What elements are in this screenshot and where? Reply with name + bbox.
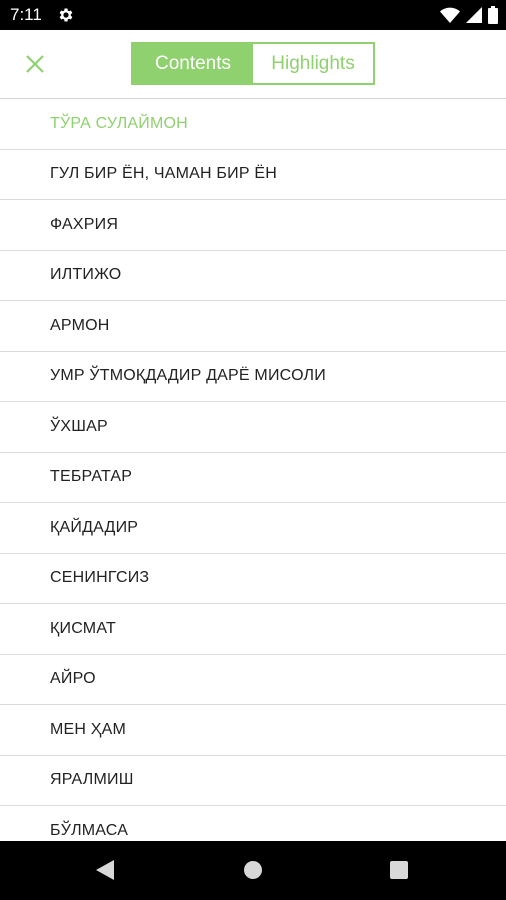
settings-gear-icon	[59, 8, 73, 22]
recents-square-icon	[390, 861, 408, 879]
recents-button[interactable]	[384, 855, 414, 885]
list-item[interactable]: ГУЛ БИР ЁН, ЧАМАН БИР ЁН	[0, 150, 506, 200]
navigation-bar	[0, 841, 506, 900]
cellular-signal-icon	[466, 7, 482, 23]
list-item[interactable]: УМР ЎТМОҚДАДИР ДАРЁ МИСОЛИ	[0, 352, 506, 402]
list-item[interactable]: ЎХШАР	[0, 402, 506, 453]
list-item[interactable]: АЙРО	[0, 655, 506, 705]
battery-icon	[488, 6, 498, 24]
app-bar: Contents Highlights	[0, 30, 506, 99]
status-bar: 7:11	[0, 0, 506, 30]
list-item[interactable]: МЕН ҲАМ	[0, 705, 506, 756]
list-item[interactable]: ҚАЙДАДИР	[0, 503, 506, 554]
home-circle-icon	[244, 861, 262, 879]
list-item[interactable]: ТЕБРАТАР	[0, 453, 506, 503]
list-item[interactable]: АРМОН	[0, 301, 506, 352]
contents-highlights-toggle: Contents Highlights	[131, 42, 375, 85]
screen: 7:11 Contents Highlights ТЎРА СУЛАЙМОН Г…	[0, 0, 506, 900]
status-time: 7:11	[10, 5, 42, 24]
back-button[interactable]	[90, 855, 120, 885]
list-item[interactable]: ТЎРА СУЛАЙМОН	[0, 99, 506, 150]
list-item[interactable]: ҚИСМАТ	[0, 604, 506, 655]
wifi-icon	[440, 7, 460, 23]
list-item[interactable]: СЕНИНГСИЗ	[0, 554, 506, 604]
close-button[interactable]	[18, 47, 52, 81]
tab-highlights[interactable]: Highlights	[253, 44, 373, 83]
tab-contents[interactable]: Contents	[133, 44, 253, 83]
back-triangle-icon	[96, 860, 114, 880]
home-button[interactable]	[238, 855, 268, 885]
list-item[interactable]: ФАХРИЯ	[0, 200, 506, 251]
list-item[interactable]: ЯРАЛМИШ	[0, 756, 506, 806]
close-icon	[26, 55, 44, 73]
list-item[interactable]: ИЛТИЖО	[0, 251, 506, 301]
status-icons	[440, 6, 498, 24]
list-item[interactable]: БЎЛМАСА	[0, 806, 506, 841]
contents-list: ТЎРА СУЛАЙМОН ГУЛ БИР ЁН, ЧАМАН БИР ЁН Ф…	[0, 99, 506, 841]
